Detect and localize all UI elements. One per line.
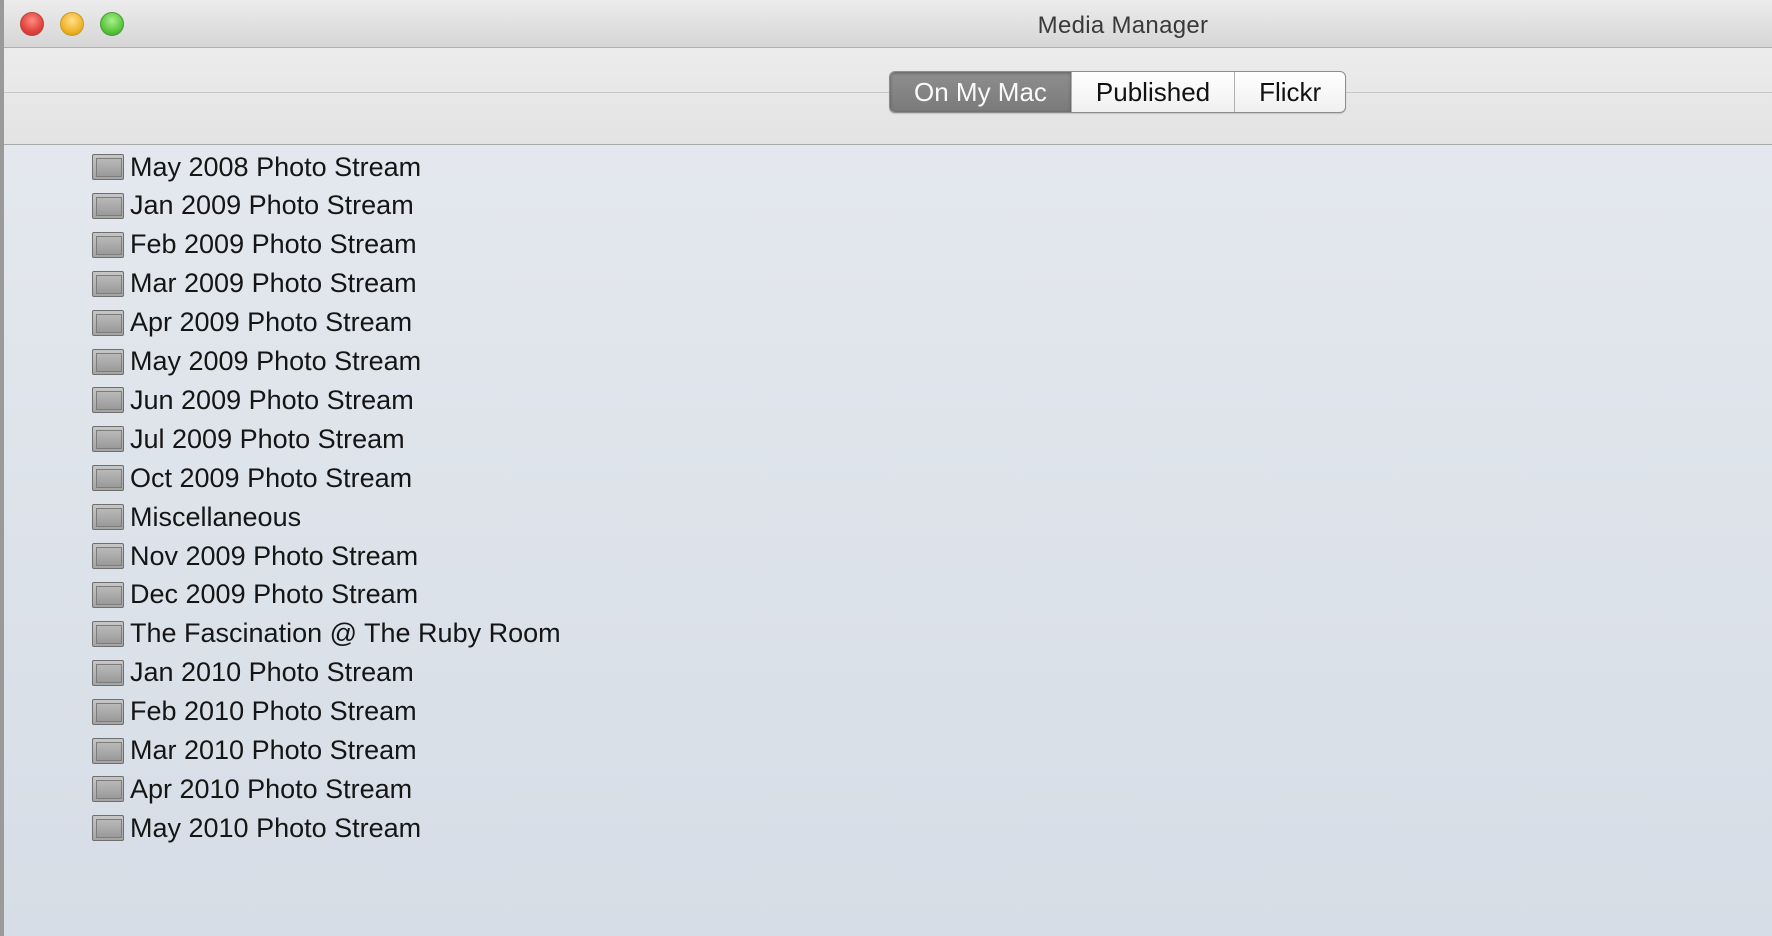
album-folder-icon (92, 426, 124, 453)
window-title: Media Manager (1037, 12, 1209, 39)
album-label: Mar 2010 Photo Stream (130, 735, 417, 765)
album-row[interactable]: Mar 2010 Photo Stream (92, 731, 417, 771)
album-folder-icon (92, 620, 124, 647)
album-folder-icon (92, 231, 124, 258)
album-folder-icon (92, 504, 124, 531)
album-folder-icon (92, 581, 124, 608)
album-row[interactable]: Apr 2010 Photo Stream (92, 769, 412, 809)
album-folder-icon (92, 348, 124, 375)
album-label: Nov 2009 Photo Stream (130, 540, 419, 571)
album-folder-icon (92, 737, 124, 764)
album-label: Jul 2009 Photo Stream (130, 423, 405, 454)
album-label: The Fascination @ The Ruby Room (130, 618, 561, 649)
title-bar[interactable]: Media Manager (4, 0, 1772, 48)
album-label: Feb 2009 Photo Stream (130, 229, 417, 260)
album-row[interactable]: May 2008 Photo Stream (92, 147, 421, 187)
album-folder-icon (92, 815, 124, 842)
toolbar: On My Mac Published Flickr (4, 48, 1772, 145)
album-row[interactable]: May 2010 Photo Stream (92, 808, 421, 848)
album-label: Feb 2010 Photo Stream (130, 696, 417, 727)
segment-flickr[interactable]: Flickr (1234, 72, 1345, 112)
album-label: Jun 2009 Photo Stream (130, 384, 414, 415)
toolbar-divider (4, 92, 1772, 93)
album-row[interactable]: Jun 2009 Photo Stream (92, 380, 414, 420)
album-folder-icon (92, 776, 124, 803)
media-manager-window: Media Manager On My Mac Published Flickr… (4, 0, 1772, 936)
album-row[interactable]: Feb 2010 Photo Stream (92, 692, 417, 732)
album-label: Miscellaneous (130, 501, 302, 532)
album-folder-icon (92, 309, 124, 336)
album-label: Apr 2010 Photo Stream (130, 773, 413, 804)
album-folder-icon (92, 154, 124, 180)
album-row[interactable]: Apr 2009 Photo Stream (92, 303, 412, 343)
album-row[interactable]: Nov 2009 Photo Stream (92, 536, 418, 576)
album-folder-icon (92, 387, 124, 414)
album-row[interactable]: Dec 2009 Photo Stream (92, 575, 418, 615)
album-row[interactable]: Jul 2009 Photo Stream (92, 419, 405, 459)
album-row[interactable]: Jan 2009 Photo Stream (92, 186, 414, 226)
album-folder-icon (92, 465, 124, 492)
album-label: Oct 2009 Photo Stream (130, 462, 413, 493)
album-label: May 2009 Photo Stream (130, 346, 422, 376)
album-folder-icon (92, 659, 124, 686)
source-segmented-control: On My Mac Published Flickr (889, 71, 1347, 113)
album-label: Jan 2010 Photo Stream (130, 657, 414, 688)
album-row[interactable]: Mar 2009 Photo Stream (92, 264, 417, 304)
album-folder-icon (92, 192, 124, 219)
segment-published[interactable]: Published (1070, 72, 1234, 112)
album-label: May 2008 Photo Stream (130, 151, 422, 182)
album-row[interactable]: Feb 2009 Photo Stream (92, 225, 417, 265)
album-row[interactable]: Miscellaneous (92, 497, 301, 537)
album-label: Mar 2009 Photo Stream (130, 268, 417, 299)
album-folder-icon (92, 270, 124, 297)
album-row[interactable]: May 2009 Photo Stream (92, 342, 421, 382)
album-row[interactable]: The Fascination @ The Ruby Room (92, 614, 561, 654)
album-label: May 2010 Photo Stream (130, 812, 422, 843)
album-folder-icon (92, 698, 124, 725)
album-label: Jan 2009 Photo Stream (130, 190, 414, 221)
album-label: Dec 2009 Photo Stream (130, 579, 419, 610)
album-row[interactable]: Oct 2009 Photo Stream (92, 458, 412, 498)
album-list: May 2008 Photo Stream Jan 2009 Photo Stre… (4, 145, 1772, 936)
album-folder-icon (92, 543, 124, 569)
album-row[interactable]: Jan 2010 Photo Stream (92, 653, 414, 693)
segment-on-my-mac[interactable]: On My Mac (890, 72, 1071, 112)
album-label: Apr 2009 Photo Stream (130, 307, 413, 338)
